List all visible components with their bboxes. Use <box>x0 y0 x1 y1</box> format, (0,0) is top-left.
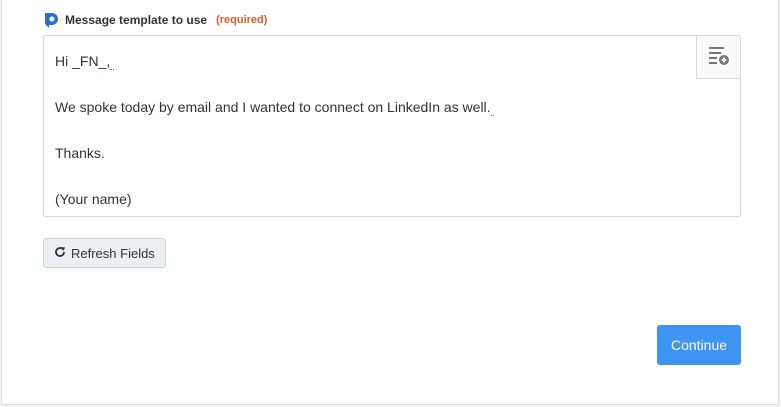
refresh-fields-button[interactable]: Refresh Fields <box>43 238 166 268</box>
required-indicator: (required) <box>216 14 268 26</box>
message-line: Thanks. <box>55 145 105 161</box>
message-line: Hi _FN_, <box>55 50 115 72</box>
continue-button[interactable]: Continue <box>657 325 741 365</box>
field-label: Message template to use <box>65 13 208 27</box>
message-template-textarea[interactable]: Hi _FN_, We spoke today by email and I w… <box>43 35 741 217</box>
refresh-fields-label: Refresh Fields <box>71 245 155 261</box>
app-logo-icon <box>43 12 59 28</box>
refresh-icon <box>54 246 66 261</box>
message-line: (Your name) <box>55 191 132 207</box>
field-label-row: Message template to use (required) <box>43 10 267 30</box>
form-panel: Message template to use (required) Hi _F… <box>1 0 779 405</box>
insert-field-icon <box>707 44 731 71</box>
message-line: We spoke today by email and I wanted to … <box>55 96 495 118</box>
insert-field-button[interactable] <box>696 35 741 79</box>
